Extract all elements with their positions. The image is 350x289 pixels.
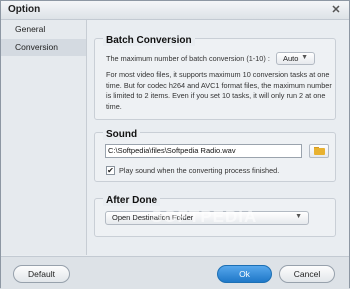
batch-desc-line: is limited to 2 items. Even if you set 1… (106, 91, 326, 100)
batch-desc-line: time. (106, 101, 122, 111)
close-icon[interactable]: ✕ (329, 3, 343, 17)
batch-max-label: The maximum number of batch conversion (… (106, 54, 270, 63)
chevron-down-icon: ▼ (295, 213, 302, 220)
sound-title: Sound (103, 129, 141, 140)
default-button[interactable]: Default (13, 265, 70, 283)
sidebar-item-conversion[interactable]: Conversion (1, 39, 86, 56)
title-bar: Option ✕ (1, 1, 349, 20)
batch-desc-line: time. But for codec h264 and AVC1 format… (106, 80, 332, 90)
sidebar: General Conversion (1, 20, 87, 255)
sound-section: Sound C:\Softpedia\files\Softpedia Radio… (94, 129, 336, 182)
play-sound-label: Play sound when the converting process f… (119, 166, 280, 175)
after-done-title: After Done (103, 195, 161, 206)
folder-icon[interactable] (309, 144, 329, 158)
batch-conversion-title: Batch Conversion (103, 35, 195, 46)
ok-button[interactable]: Ok (217, 265, 272, 283)
window-title: Option (8, 4, 41, 15)
batch-conversion-section: Batch Conversion The maximum number of b… (94, 35, 336, 120)
batch-max-dropdown[interactable]: Auto ▼ (276, 52, 315, 65)
batch-max-value: Auto (283, 54, 299, 63)
sidebar-item-general[interactable]: General (1, 21, 86, 38)
cancel-button[interactable]: Cancel (279, 265, 335, 283)
option-dialog: Option ✕ General Conversion Batch Conver… (0, 0, 350, 289)
batch-desc-line: For most video files, it supports maximu… (106, 70, 330, 79)
sound-path-input[interactable]: C:\Softpedia\files\Softpedia Radio.wav (105, 144, 302, 158)
watermark: SOFTPEDIA (151, 207, 258, 226)
chevron-down-icon: ▼ (301, 54, 308, 61)
play-sound-checkbox[interactable]: ✔ (106, 166, 115, 175)
